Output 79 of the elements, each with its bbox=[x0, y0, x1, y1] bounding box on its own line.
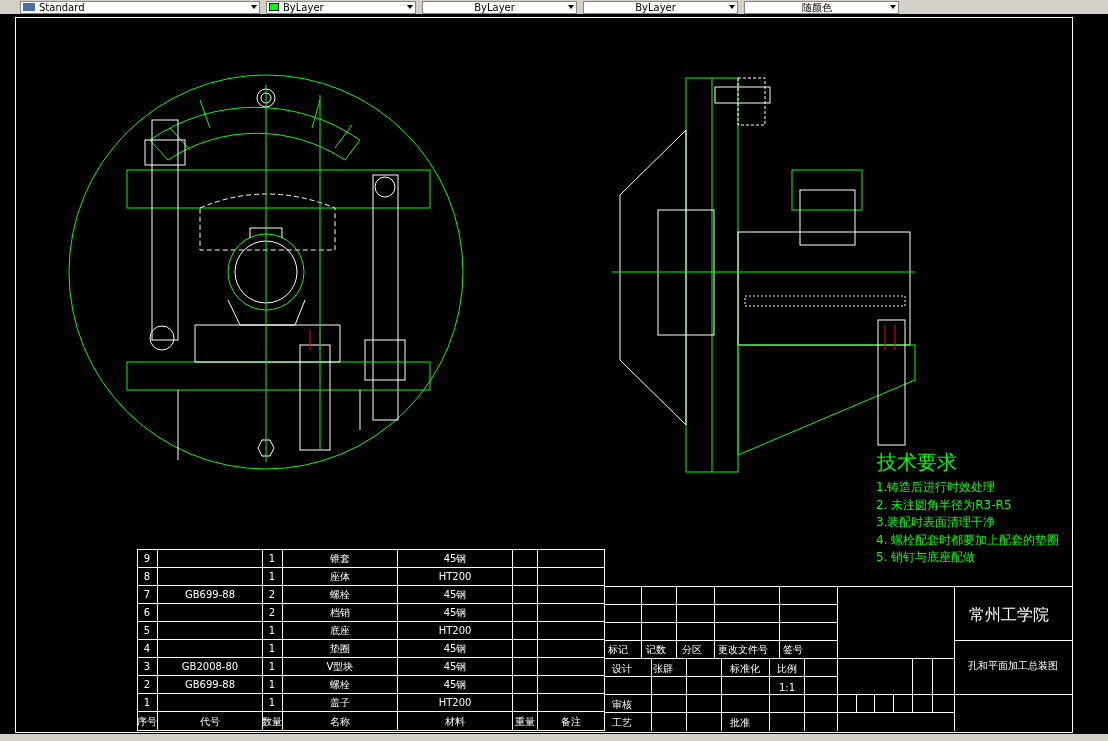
requirements-title: 技术要求 bbox=[877, 450, 957, 474]
drawing-title: 孔和平面加工总装图 bbox=[968, 659, 1058, 671]
table-cell: 1 bbox=[268, 570, 276, 582]
table-cell: 盖子 bbox=[330, 696, 350, 708]
table-cell: 45钢 bbox=[443, 678, 467, 690]
table-cell: 螺栓 bbox=[330, 588, 350, 600]
requirement-text: 5. 销钉与底座配做 bbox=[876, 550, 976, 564]
requirement-text: 3.装配时表面清理干净 bbox=[876, 515, 996, 529]
table-cell: 螺栓 bbox=[330, 678, 350, 690]
table-cell: 1 bbox=[268, 642, 276, 654]
table-cell: GB699-88 bbox=[185, 678, 235, 690]
table-cell: 6 bbox=[143, 606, 151, 618]
text-style-icon bbox=[23, 3, 35, 11]
requirement-text: 2. 未注圆角半径为R3-R5 bbox=[876, 497, 1012, 512]
table-cell: 锥套 bbox=[330, 552, 350, 564]
column-header: 代号 bbox=[200, 715, 220, 727]
table-cell: 3 bbox=[143, 660, 151, 672]
table-cell: GB699-88 bbox=[185, 588, 235, 600]
title-block-cell: 签号 bbox=[783, 643, 803, 655]
table-cell: HT200 bbox=[438, 696, 472, 708]
title-block-cell: 比例 bbox=[777, 662, 797, 674]
column-header: 备注 bbox=[561, 715, 581, 727]
column-header: 序号 bbox=[137, 715, 157, 727]
table-cell: 4 bbox=[143, 642, 151, 654]
column-header: 材料 bbox=[445, 715, 465, 727]
title-block-cell: 张辟 bbox=[653, 662, 673, 674]
table-cell: 1 bbox=[268, 696, 276, 708]
column-header: 数量 bbox=[262, 715, 282, 727]
caret-icon bbox=[407, 5, 413, 9]
table-cell: 垫圈 bbox=[330, 642, 350, 654]
table-cell: 45钢 bbox=[443, 642, 467, 654]
table-cell: 2 bbox=[143, 678, 151, 690]
table-cell: 档销 bbox=[330, 606, 350, 618]
caret-icon bbox=[890, 5, 896, 9]
table-cell: 8 bbox=[143, 570, 151, 582]
toolbar-dropdown[interactable]: 随颜色 bbox=[744, 0, 899, 14]
table-cell: 1 bbox=[268, 552, 276, 564]
school-name: 常州工学院 bbox=[969, 604, 1049, 624]
requirement-text: 4. 螺栓配套时都要加上配套的垫圈 bbox=[876, 532, 1060, 547]
table-cell: 1 bbox=[268, 624, 276, 636]
title-block-cell: 批准 bbox=[730, 716, 750, 728]
table-cell: V型块 bbox=[326, 660, 354, 672]
table-cell: 底座 bbox=[330, 624, 350, 636]
caret-icon bbox=[251, 5, 257, 9]
title-block-cell: 标准化 bbox=[730, 662, 760, 674]
table-cell: 45钢 bbox=[443, 552, 467, 564]
table-cell: GB2008-80 bbox=[181, 660, 239, 672]
table-cell: 9 bbox=[143, 552, 151, 564]
table-cell: 座体 bbox=[330, 570, 350, 582]
toolbar-dropdown[interactable]: ByLayer bbox=[583, 0, 738, 14]
title-block-cell: 工艺 bbox=[612, 716, 632, 728]
table-cell: 2 bbox=[268, 588, 276, 600]
title-block-cell: 1:1 bbox=[778, 681, 796, 693]
toolbar-dropdown[interactable]: Standard bbox=[20, 0, 260, 14]
table-cell: 1 bbox=[268, 678, 276, 690]
table-cell: 45钢 bbox=[443, 588, 467, 600]
requirement-text: 1.铸造后进行时效处理 bbox=[876, 480, 996, 494]
table-cell: 5 bbox=[143, 624, 151, 636]
table-cell: 1 bbox=[143, 696, 151, 708]
table-cell: 2 bbox=[268, 606, 276, 618]
title-block-cell: 标记 bbox=[608, 643, 628, 655]
color-swatch-icon bbox=[269, 3, 279, 11]
table-cell: HT200 bbox=[438, 570, 472, 582]
title-block-cell: 记数 bbox=[646, 643, 666, 655]
toolbar-dropdown[interactable]: ByLayer bbox=[422, 0, 577, 14]
caret-icon bbox=[729, 5, 735, 9]
column-header: 重量 bbox=[515, 715, 535, 727]
table-cell: 1 bbox=[268, 660, 276, 672]
title-block-cell: 更改文件号 bbox=[718, 643, 768, 655]
title-block-cell: 设计 bbox=[612, 662, 632, 674]
title-block-cell: 审核 bbox=[612, 698, 632, 710]
table-cell: 7 bbox=[143, 588, 151, 600]
toolbar-dropdown[interactable]: ByLayer bbox=[266, 0, 416, 14]
title-block-cell: 分区 bbox=[682, 643, 702, 655]
table-cell: HT200 bbox=[438, 624, 472, 636]
table-cell: 45钢 bbox=[443, 660, 467, 672]
table-cell: 45钢 bbox=[443, 606, 467, 618]
column-header: 名称 bbox=[330, 715, 350, 727]
caret-icon bbox=[568, 5, 574, 9]
